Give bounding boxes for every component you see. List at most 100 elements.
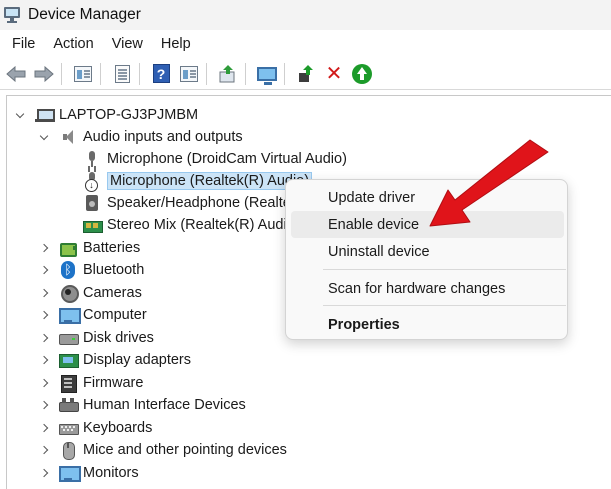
battery-icon [59,239,77,257]
firmware-icon [59,374,77,393]
tree-item-keyboards[interactable]: Keyboards [39,417,152,439]
menu-file[interactable]: File [6,31,41,57]
tree-item-label: Firmware [83,375,144,391]
help-icon: ? [152,64,170,83]
mouse-icon [59,441,77,460]
update-driver-icon [219,64,235,82]
tree-item-label: Keyboards [83,420,153,436]
menu-separator [323,269,566,270]
tree-item-label: Bluetooth [83,262,145,278]
tree-item-label: Stereo Mix (Realtek(R) Audio) [107,217,300,233]
chevron-right-icon[interactable] [39,349,49,371]
title-bar: Device Manager [0,0,611,30]
chevron-right-icon[interactable] [39,372,49,394]
toolbar-separator [61,62,62,85]
disk-drive-icon [59,329,79,347]
tree-item-human-interface-devices[interactable]: Human Interface Devices [39,394,246,416]
action-pane-button[interactable] [177,62,201,86]
tree-root-label: LAPTOP-GJ3PJMBM [59,107,199,123]
tree-item-label: Computer [83,307,147,323]
menu-action[interactable]: Action [47,31,99,57]
scan-hardware-button[interactable] [255,62,279,86]
chevron-right-icon[interactable] [39,439,49,461]
sound-card-icon [83,216,103,234]
toolbar-separator [245,62,246,85]
chevron-right-icon[interactable] [39,327,49,349]
menu-item-enable-device[interactable]: Enable device [291,211,564,238]
chevron-right-icon[interactable] [39,304,49,326]
add-driver-icon [299,64,313,82]
tree-item-label: Disk drives [83,330,154,346]
speaker-headphone-icon [83,194,101,212]
tree-item-batteries[interactable]: Batteries [39,237,140,259]
menu-item-update-driver[interactable]: Update driver [291,184,564,211]
menu-item-scan-hardware[interactable]: Scan for hardware changes [291,275,564,302]
tree-item-display-adapters[interactable]: Display adapters [39,349,191,371]
chevron-right-icon[interactable] [39,462,49,484]
chevron-right-icon[interactable] [39,394,49,416]
monitor-icon [59,464,81,482]
tree-item-device[interactable]: Stereo Mix (Realtek(R) Audio) [83,214,300,236]
tree-item-audio-inputs-outputs[interactable]: Audio inputs and outputs [39,126,243,148]
toolbar: ? ✕ [0,58,611,90]
tree-item-label: Cameras [83,285,142,301]
tree-item-label: Microphone (DroidCam Virtual Audio) [107,151,347,167]
forward-arrow-icon [34,65,54,82]
uninstall-button[interactable]: ✕ [322,62,346,86]
back-arrow-icon [6,65,26,82]
tree-item-computer[interactable]: Computer [39,304,147,326]
chevron-right-icon[interactable] [39,282,49,304]
back-button[interactable] [4,62,28,86]
toolbar-separator [100,62,101,85]
tree-item-label: Monitors [83,465,139,481]
chevron-right-icon[interactable] [39,259,49,281]
menu-item-uninstall-device[interactable]: Uninstall device [291,238,564,265]
tree-item-firmware[interactable]: Firmware [39,372,143,394]
keyboard-icon [59,419,79,437]
chevron-right-icon[interactable] [39,417,49,439]
menu-bar: File Action View Help [0,31,611,57]
device-manager-icon [4,6,22,24]
menu-help[interactable]: Help [155,31,197,57]
add-driver-button[interactable] [294,62,318,86]
window-title: Device Manager [28,6,141,23]
tree-item-bluetooth[interactable]: Bluetooth [39,259,144,281]
menu-separator [323,305,566,306]
chevron-down-icon[interactable] [39,126,49,148]
bluetooth-icon [59,261,77,279]
menu-item-properties[interactable]: Properties [291,311,564,338]
disabled-microphone-icon [83,172,101,192]
scan-hardware-icon [257,66,277,85]
toolbar-separator [139,62,140,85]
menu-view[interactable]: View [106,31,149,57]
tree-item-device[interactable]: Microphone (DroidCam Virtual Audio) [83,148,347,170]
tree-item-label: Batteries [83,240,141,256]
help-button[interactable]: ? [149,62,173,86]
tree-item-cameras[interactable]: Cameras [39,282,142,304]
enable-button[interactable] [350,62,374,86]
toolbar-separator [284,62,285,85]
laptop-icon [35,106,55,124]
action-pane-icon [180,65,198,82]
tree-item-disk-drives[interactable]: Disk drives [39,327,154,349]
computer-icon [59,306,81,324]
console-tree-button[interactable] [71,62,95,86]
chevron-right-icon[interactable] [39,237,49,259]
uninstall-icon: ✕ [325,62,343,85]
tree-item-monitors[interactable]: Monitors [39,462,139,484]
tree-item-device-selected[interactable]: Microphone (Realtek(R) Audio) [83,170,313,192]
chevron-down-icon[interactable] [15,104,25,126]
show-hide-console-tree-icon [74,65,92,82]
properties-button[interactable] [110,62,134,86]
tree-item-label: Human Interface Devices [83,397,246,413]
tree-item-label: Audio inputs and outputs [83,129,243,145]
camera-icon [59,284,79,303]
tree-item-mice[interactable]: Mice and other pointing devices [39,439,287,461]
tree-root[interactable]: LAPTOP-GJ3PJMBM [15,104,198,126]
forward-button[interactable] [32,62,56,86]
properties-icon [114,64,130,83]
speaker-icon [59,128,77,146]
display-adapter-icon [59,351,79,369]
update-driver-button[interactable] [216,62,240,86]
microphone-icon [83,150,101,168]
